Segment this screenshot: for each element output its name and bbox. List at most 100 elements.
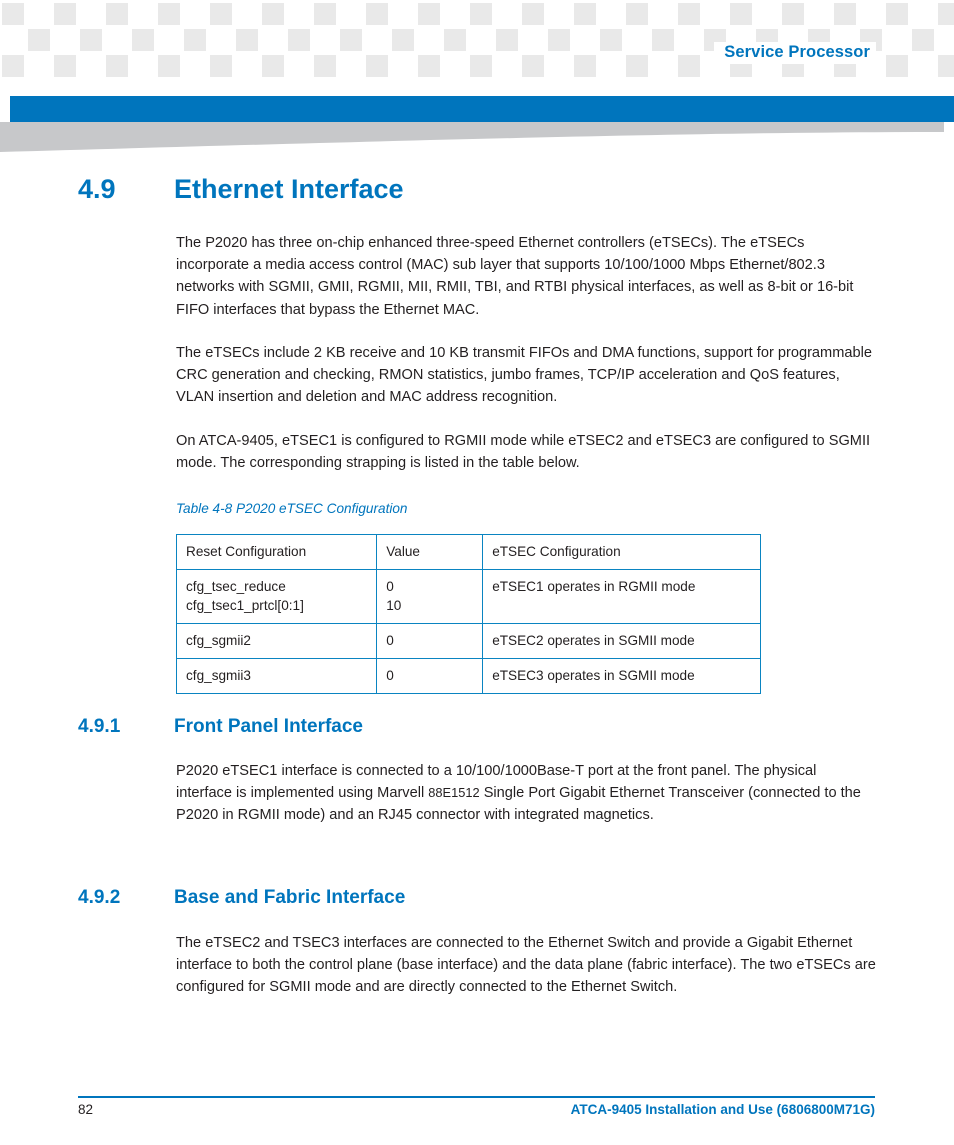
table-cell-etsec-configuration: eTSEC1 operates in RGMII mode	[482, 568, 761, 625]
table-cell-value: 0	[376, 657, 484, 694]
cell-line: cfg_tsec_reduce	[186, 578, 286, 594]
paragraph-3: On ATCA-9405, eTSEC1 is configured to RG…	[176, 433, 871, 472]
footer-document-title: ATCA-9405 Installation and Use (6806800M…	[570, 1102, 875, 1117]
header-pattern-square	[678, 3, 700, 25]
paragraph-2: The eTSECs include 2 KB receive and 10 K…	[176, 345, 872, 406]
header-pattern-square	[522, 3, 544, 25]
header-pattern-square	[54, 3, 76, 25]
header-pattern-square	[522, 55, 544, 77]
cell-line: cfg_sgmii2	[186, 633, 251, 649]
cell-line: eTSEC1 operates in RGMII mode	[492, 578, 696, 594]
header-pattern-square	[366, 3, 388, 25]
header-pattern-square	[158, 3, 180, 25]
paragraph-1: The P2020 has three on-chip enhanced thr…	[176, 235, 854, 318]
header-pattern-square	[158, 55, 180, 77]
table-header-row: Reset Configuration Value eTSEC Configur…	[175, 534, 761, 570]
header-pattern-square	[2, 55, 24, 77]
section-number: 4.9	[78, 174, 116, 204]
cell-line: 0	[386, 667, 394, 683]
header-pattern-square	[210, 3, 232, 25]
table-header-cell: Reset Configuration	[175, 534, 378, 570]
header-pattern-square	[418, 55, 440, 77]
table-row: cfg_sgmii2 0 eTSEC2 operates in SGMII mo…	[175, 623, 761, 659]
subsection-number: 4.9.1	[78, 716, 121, 737]
header-pattern-square	[106, 55, 128, 77]
page-content: 4.9 Ethernet Interface The P2020 has thr…	[0, 160, 954, 995]
section-heading: 4.9 Ethernet Interface	[0, 160, 954, 216]
cell-line: 0	[386, 578, 394, 594]
header-pattern-square	[886, 3, 908, 25]
footer-rule	[78, 1096, 875, 1098]
cell-line: 0	[386, 633, 394, 649]
header-pattern-square	[938, 55, 954, 77]
header-pattern-square	[314, 55, 336, 77]
table-cell-etsec-configuration: eTSEC2 operates in SGMII mode	[482, 623, 761, 659]
header-pattern-square	[938, 3, 954, 25]
part-number-text: 88E1512	[428, 785, 480, 801]
header-pattern-square	[886, 55, 908, 77]
header-pattern-square	[392, 29, 414, 51]
subsection-heading-1: 4.9.1 Front Panel Interface	[0, 716, 954, 750]
header-pattern-square	[210, 55, 232, 77]
header-pattern-square	[54, 55, 76, 77]
header-pattern-square	[470, 55, 492, 77]
footer-page-number: 82	[78, 1102, 94, 1117]
table-cell-etsec-configuration: eTSEC3 operates in SGMII mode	[482, 657, 761, 694]
header-pattern-square	[782, 3, 804, 25]
header-pattern-square	[626, 55, 648, 77]
header-pattern-square	[28, 29, 50, 51]
header-pattern-square	[626, 3, 648, 25]
table-header-cell: eTSEC Configuration	[482, 534, 761, 570]
cell-line: cfg_sgmii3	[186, 667, 251, 683]
subsection-1-paragraph: P2020 eTSEC1 interface is connected to a…	[176, 760, 876, 827]
subsection-heading-2: 4.9.2 Base and Fabric Interface	[0, 887, 954, 921]
header-pattern-square	[730, 3, 752, 25]
header-pattern-square	[444, 29, 466, 51]
table-row: cfg_sgmii3 0 eTSEC3 operates in SGMII mo…	[175, 657, 761, 694]
header-pattern-square	[496, 29, 518, 51]
subsection-title: Base and Fabric Interface	[174, 887, 406, 908]
header-gray-swoosh	[0, 122, 954, 156]
header-pattern-square	[262, 3, 284, 25]
table-row: cfg_tsec_reduce cfg_tsec1_prtcl[0:1] 0 1…	[175, 568, 761, 625]
table-cell-reset-configuration: cfg_tsec_reduce cfg_tsec1_prtcl[0:1]	[175, 568, 378, 625]
table-cell-reset-configuration: cfg_sgmii3	[175, 657, 378, 694]
subsection-2-paragraph: The eTSEC2 and TSEC3 interfaces are conn…	[176, 935, 876, 996]
subsection-title: Front Panel Interface	[174, 716, 363, 737]
table-cell-value: 0 10	[376, 568, 484, 625]
cell-line: 10	[386, 598, 402, 614]
header-pattern-square	[236, 29, 258, 51]
running-head: Service Processor	[714, 42, 876, 64]
cell-line: cfg_tsec1_prtcl[0:1]	[186, 598, 304, 614]
page-header: Service Processor	[0, 0, 954, 96]
header-pattern-square	[2, 3, 24, 25]
header-pattern-square	[470, 3, 492, 25]
header-pattern-square	[574, 3, 596, 25]
table-cell-value: 0	[376, 623, 484, 659]
header-pattern-square	[912, 29, 934, 51]
header-pattern-square	[288, 29, 310, 51]
etsec-configuration-table: Reset Configuration Value eTSEC Configur…	[175, 534, 761, 694]
header-pattern-square	[574, 55, 596, 77]
table-cell-reset-configuration: cfg_sgmii2	[175, 623, 378, 659]
header-pattern-square	[80, 29, 102, 51]
header-pattern-square	[132, 29, 154, 51]
subsection-number: 4.9.2	[78, 887, 121, 908]
header-pattern-square	[340, 29, 362, 51]
header-pattern-square	[548, 29, 570, 51]
header-pattern-square	[834, 3, 856, 25]
header-pattern-square	[262, 55, 284, 77]
header-pattern-square	[184, 29, 206, 51]
table-header-cell: Value	[376, 534, 484, 570]
table-caption: Table 4-8 P2020 eTSEC Configuration	[176, 501, 408, 516]
cell-line: eTSEC2 operates in SGMII mode	[492, 633, 695, 649]
header-pattern-square	[600, 29, 622, 51]
header-pattern-square	[418, 3, 440, 25]
header-blue-bar	[10, 96, 954, 122]
header-pattern-square	[106, 3, 128, 25]
header-pattern-square	[314, 3, 336, 25]
header-pattern-square	[366, 55, 388, 77]
section-title: Ethernet Interface	[174, 174, 404, 204]
cell-line: eTSEC3 operates in SGMII mode	[492, 667, 695, 683]
header-pattern-square	[678, 55, 700, 77]
